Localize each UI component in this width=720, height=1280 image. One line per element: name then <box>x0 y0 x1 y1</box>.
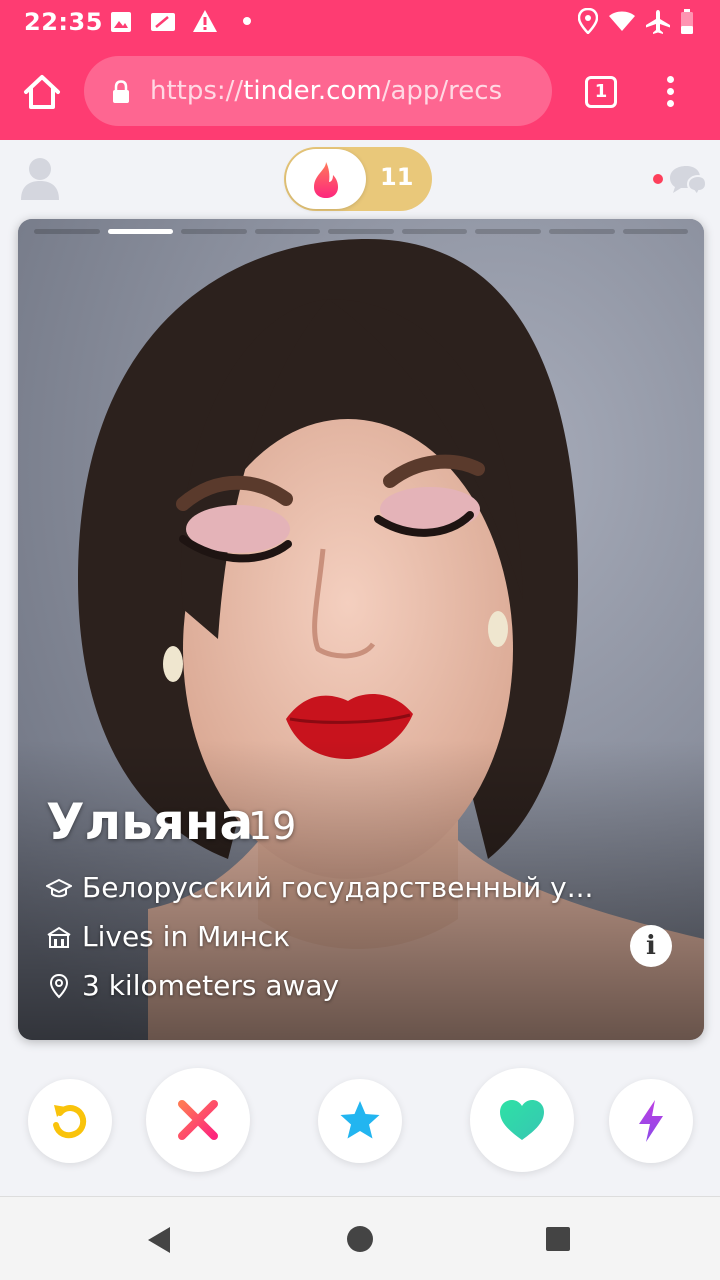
graduation-cap-icon <box>46 878 72 897</box>
rewind-icon <box>53 1105 87 1139</box>
tab-switcher-button[interactable]: 1 <box>585 76 617 108</box>
url-scheme: https:// <box>150 76 244 106</box>
status-bar: 22:35 <box>0 0 720 44</box>
super-like-icon <box>340 1101 380 1139</box>
super-like-button[interactable] <box>318 1079 402 1163</box>
photo-indicator[interactable] <box>475 229 541 234</box>
info-button[interactable]: i <box>630 925 672 967</box>
address-bar[interactable]: https://tinder.com/app/recs <box>84 56 552 126</box>
photo-indicator[interactable] <box>107 229 174 234</box>
notification-dot-icon <box>243 17 251 25</box>
nope-icon <box>178 1100 218 1140</box>
profile-card[interactable]: Ульяна 19 Белорусский государственный у.… <box>18 219 704 1040</box>
photo-indicator[interactable] <box>622 229 689 234</box>
home-icon[interactable] <box>22 72 62 112</box>
photo-indicator[interactable] <box>548 229 615 234</box>
school-row: Белорусский государственный у... <box>46 871 593 904</box>
app-header: 11 <box>0 140 720 218</box>
screenshot-icon <box>151 13 175 31</box>
url-host: tinder.com <box>243 76 382 106</box>
boost-icon <box>639 1100 663 1142</box>
mode-knob <box>286 149 366 209</box>
gallery-icon <box>111 12 131 32</box>
recents-icon[interactable] <box>545 1226 571 1252</box>
status-time: 22:35 <box>24 8 103 36</box>
profile-distance: 3 kilometers away <box>82 969 340 1002</box>
browser-toolbar: https://tinder.com/app/recs 1 <box>0 44 720 140</box>
photo-indicator[interactable] <box>401 229 468 234</box>
lock-icon <box>113 80 129 103</box>
photo-indicator[interactable] <box>181 229 247 234</box>
location-icon <box>578 8 598 34</box>
rewind-button[interactable] <box>28 1079 112 1163</box>
gold-like-count: 11 <box>380 163 414 191</box>
photo-indicator[interactable] <box>254 229 321 234</box>
photo-indicator[interactable] <box>328 229 394 234</box>
gold-mode-toggle[interactable]: 11 <box>284 147 432 211</box>
profile-age: 19 <box>248 804 297 848</box>
photo-indicator[interactable] <box>34 229 100 234</box>
location-pin-icon <box>49 973 69 998</box>
profile-city: Lives in Минск <box>82 920 291 953</box>
warning-icon <box>193 10 217 32</box>
profile-school: Белорусский государственный у... <box>82 871 594 904</box>
like-icon <box>500 1100 544 1140</box>
wifi-icon <box>609 11 635 31</box>
messages-icon[interactable] <box>648 160 708 200</box>
profile-icon[interactable] <box>20 156 60 200</box>
city-row: Lives in Минск <box>46 920 290 953</box>
airplane-mode-icon <box>646 10 670 34</box>
system-nav-bar <box>0 1196 720 1280</box>
nope-button[interactable] <box>146 1068 250 1172</box>
url-text: https://tinder.com/app/recs <box>150 76 502 106</box>
overflow-menu-icon[interactable] <box>660 76 680 110</box>
photo-progress <box>34 229 689 235</box>
flame-icon <box>314 162 338 198</box>
like-button[interactable] <box>470 1068 574 1172</box>
battery-icon <box>681 9 693 34</box>
distance-row: 3 kilometers away <box>46 969 339 1002</box>
home-nav-icon[interactable] <box>346 1225 374 1253</box>
back-icon[interactable] <box>146 1225 172 1255</box>
url-path: /app/recs <box>381 76 503 106</box>
home-city-icon <box>47 926 71 948</box>
profile-name: Ульяна <box>46 793 254 851</box>
boost-button[interactable] <box>609 1079 693 1163</box>
